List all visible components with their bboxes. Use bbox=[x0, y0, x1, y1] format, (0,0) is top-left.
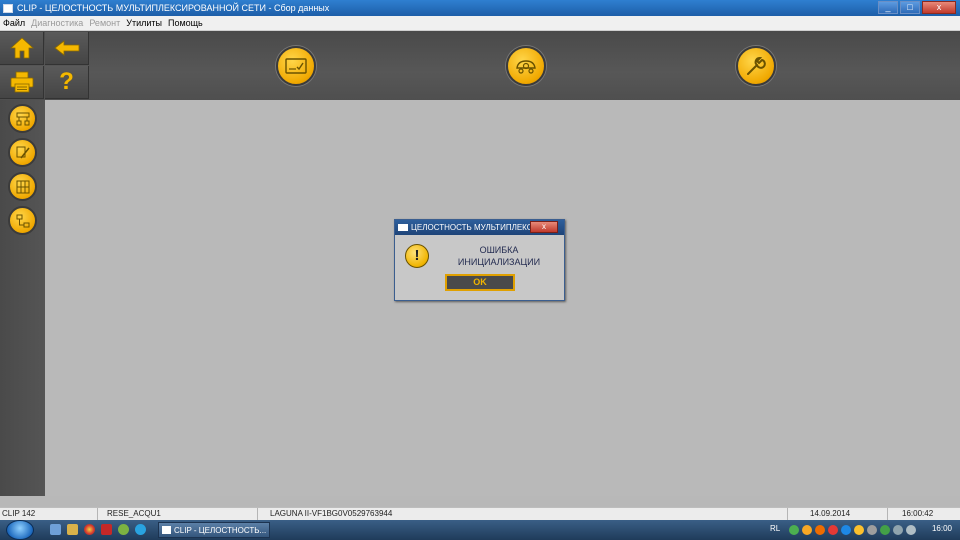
show-desktop-icon[interactable] bbox=[50, 524, 61, 535]
tray-icon-2[interactable] bbox=[802, 525, 812, 535]
tray-icon-5[interactable] bbox=[841, 525, 851, 535]
error-dialog: ЦЕЛОСТНОСТЬ МУЛЬТИПЛЕКСИ... x ! ОШИБКА И… bbox=[394, 219, 565, 301]
dialog-message: ОШИБКА ИНИЦИАЛИЗАЦИИ bbox=[439, 244, 559, 268]
dialog-close-button[interactable]: x bbox=[530, 221, 558, 233]
network-diagram-button[interactable] bbox=[8, 104, 37, 133]
ok-button[interactable]: OK bbox=[445, 274, 515, 291]
back-button[interactable] bbox=[45, 32, 89, 65]
language-indicator[interactable]: RL bbox=[770, 524, 780, 533]
arrow-left-icon bbox=[53, 40, 79, 56]
id-card-icon bbox=[285, 58, 307, 74]
clip-application: CLIP - ЦЕЛОСТНОСТЬ МУЛЬТИПЛЕКСИРОВАННОЙ … bbox=[0, 0, 960, 540]
menu-diagnostics[interactable]: Диагностика bbox=[31, 18, 83, 28]
vehicle-button[interactable] bbox=[506, 46, 546, 86]
opera-icon[interactable] bbox=[101, 524, 112, 535]
app-icon bbox=[3, 3, 13, 13]
home-button[interactable] bbox=[0, 32, 44, 65]
tray-icon-6[interactable] bbox=[854, 525, 864, 535]
chrome-icon[interactable] bbox=[84, 524, 95, 535]
menu-bar: Файл Диагностика Ремонт Утилиты Помощь bbox=[0, 16, 960, 31]
wrench-icon bbox=[747, 57, 766, 75]
identification-button[interactable] bbox=[276, 46, 316, 86]
printer-icon bbox=[10, 71, 33, 93]
status-vehicle: LAGUNA II-VF1BG0V0529763944 bbox=[258, 508, 788, 520]
flow-icon bbox=[16, 214, 29, 227]
grid-diagram-button[interactable] bbox=[8, 172, 37, 201]
taskbar: CLIP - ЦЕЛОСТНОСТЬ... RL 16:00 bbox=[0, 520, 960, 540]
utility-icon[interactable] bbox=[118, 524, 129, 535]
tray-icon-1[interactable] bbox=[789, 525, 799, 535]
window-title: CLIP - ЦЕЛОСТНОСТЬ МУЛЬТИПЛЕКСИРОВАННОЙ … bbox=[17, 3, 330, 13]
status-bar: CLIP 142 RESE_ACQU1 LAGUNA II-VF1BG0V052… bbox=[0, 507, 960, 520]
maximize-button[interactable]: □ bbox=[900, 1, 920, 14]
edit-diagram-button[interactable] bbox=[8, 138, 37, 167]
status-time: 16:00:42 bbox=[902, 509, 934, 518]
taskbar-clip-label: CLIP - ЦЕЛОСТНОСТЬ... bbox=[174, 525, 267, 535]
question-icon: ? bbox=[59, 68, 74, 95]
status-version: CLIP 142 bbox=[0, 508, 98, 520]
flow-diagram-button[interactable] bbox=[8, 206, 37, 235]
menu-help[interactable]: Помощь bbox=[168, 18, 203, 28]
grid-icon bbox=[16, 180, 29, 193]
taskbar-app-icon bbox=[162, 526, 171, 534]
vehicle-icon bbox=[516, 60, 536, 74]
tray-icon-3[interactable] bbox=[815, 525, 825, 535]
network-icon bbox=[16, 112, 29, 125]
warning-icon: ! bbox=[405, 244, 429, 268]
volume-icon[interactable] bbox=[906, 525, 916, 535]
print-button[interactable] bbox=[0, 66, 44, 99]
folder-icon[interactable] bbox=[67, 524, 78, 535]
dialog-title: ЦЕЛОСТНОСТЬ МУЛЬТИПЛЕКСИ... bbox=[411, 223, 545, 232]
status-date: 14.09.2014 bbox=[788, 508, 888, 520]
menu-file[interactable]: Файл bbox=[3, 18, 25, 28]
status-module: RESE_ACQU1 bbox=[98, 508, 258, 520]
start-button[interactable] bbox=[6, 520, 34, 540]
taskbar-clock: 16:00 bbox=[931, 524, 952, 533]
menu-utilities[interactable]: Утилиты bbox=[126, 18, 162, 28]
help-button[interactable]: ? bbox=[45, 66, 89, 99]
taskbar-clip-button[interactable]: CLIP - ЦЕЛОСТНОСТЬ... bbox=[158, 522, 270, 538]
close-button[interactable]: x bbox=[922, 1, 956, 14]
menu-repair[interactable]: Ремонт bbox=[89, 18, 120, 28]
tray-icon-8[interactable] bbox=[880, 525, 890, 535]
tray-icon-7[interactable] bbox=[867, 525, 877, 535]
window-controls: _ □ x bbox=[878, 1, 956, 14]
skype-icon[interactable] bbox=[135, 524, 146, 535]
tray-icon-4[interactable] bbox=[828, 525, 838, 535]
home-icon bbox=[9, 37, 34, 59]
dialog-message-line1: ОШИБКА bbox=[479, 245, 519, 255]
dialog-app-icon bbox=[398, 224, 408, 231]
edit-icon bbox=[16, 146, 30, 158]
tools-button[interactable] bbox=[736, 46, 776, 86]
dialog-message-line2: ИНИЦИАЛИЗАЦИИ bbox=[457, 257, 541, 267]
toolbar: ? bbox=[0, 31, 960, 100]
minimize-button[interactable]: _ bbox=[878, 1, 898, 14]
window-title-bar: CLIP - ЦЕЛОСТНОСТЬ МУЛЬТИПЛЕКСИРОВАННОЙ … bbox=[0, 0, 960, 16]
network-icon-tray[interactable] bbox=[893, 525, 903, 535]
left-sidebar bbox=[0, 100, 45, 496]
